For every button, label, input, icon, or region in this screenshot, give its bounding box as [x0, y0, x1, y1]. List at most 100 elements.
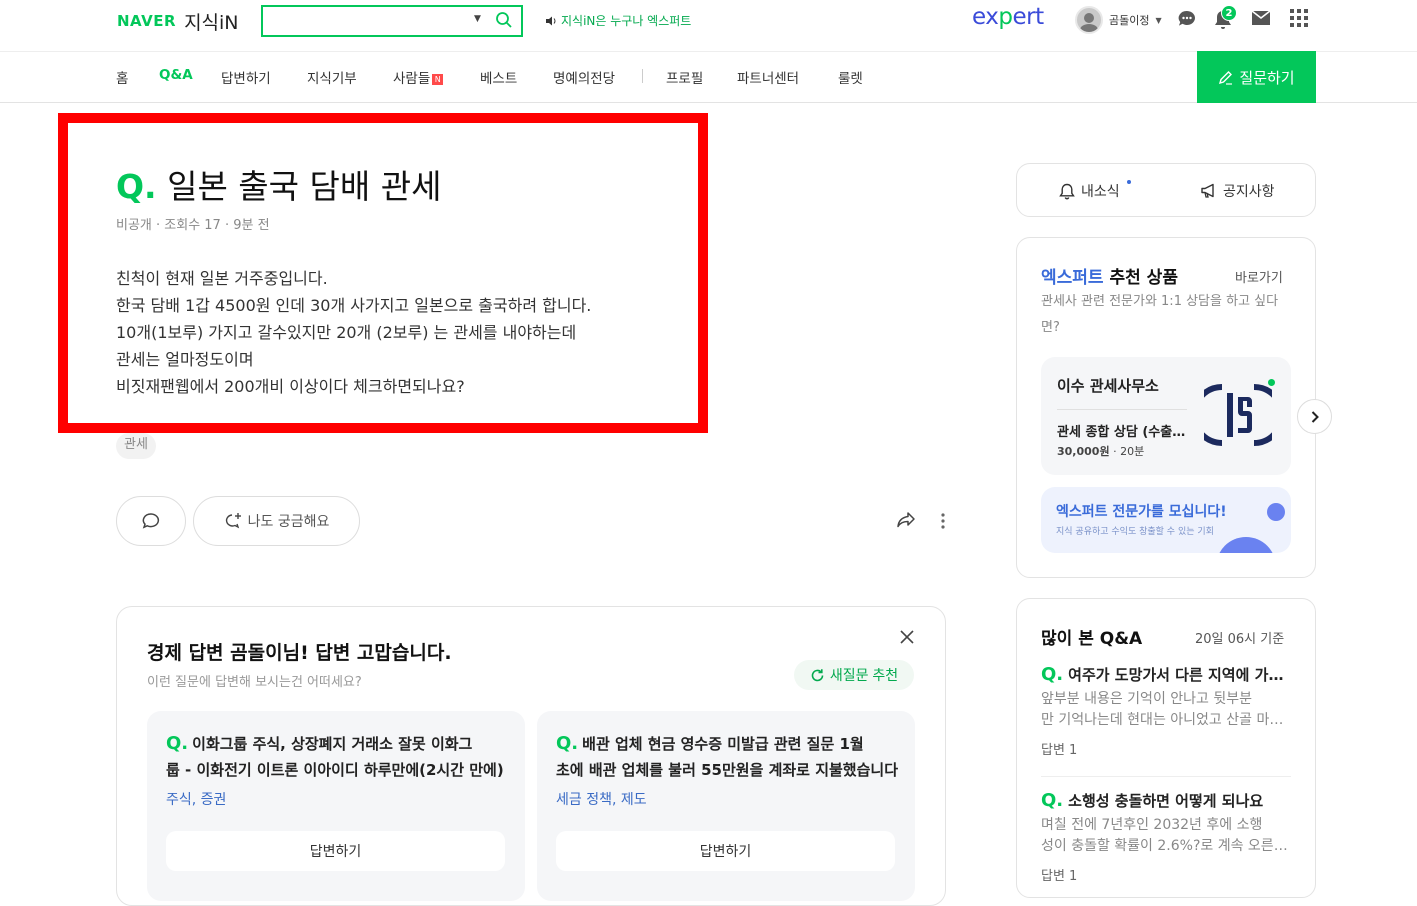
nav-people[interactable]: 사람들 N: [393, 67, 444, 87]
announcements-label: 공지사항: [1223, 184, 1275, 200]
suggested-question-title-line2: 룹 - 이화전기 이트론 이아이디 하루만에(2시간 만에): [166, 761, 504, 779]
bell-outline-icon: [1059, 183, 1075, 199]
search-option-dropdown-icon[interactable]: ▼: [474, 14, 481, 24]
comment-icon: [142, 513, 160, 529]
popular-question-title[interactable]: Q. 소행성 충돌하면 어떻게 되나요: [1041, 790, 1291, 812]
suggested-question-title-line2: 초에 배관 업체를 불러 55만원을 계좌로 지불했습니다: [556, 761, 899, 779]
popular-question-text: 여주가 도망가서 다른 지역에 가서 살고 있대요: [1068, 666, 1291, 684]
expert-recommendation-title: 엑스퍼트 추천 상품: [1041, 263, 1178, 288]
popular-question-body-line2: 만 기억나는데 현대는 아니었고 산골 마을이었어요: [1041, 712, 1291, 728]
expert-word: 엑스퍼트: [1041, 268, 1104, 288]
question-tag[interactable]: 관세: [116, 433, 156, 459]
decorative-arc: [1216, 537, 1276, 553]
close-icon[interactable]: [898, 628, 916, 650]
q-mark: Q.: [1041, 664, 1064, 685]
popular-qna-item[interactable]: Q.여주가 도망가서 다른 지역에 가서 살고 있대요 앞부분 내용은 기억이 …: [1041, 664, 1291, 758]
refresh-icon: [811, 668, 824, 681]
popular-divider: [1041, 776, 1291, 777]
popular-question-text: 소행성 충돌하면 어떻게 되나요: [1068, 792, 1264, 810]
popular-answer-count: 답변 1: [1041, 869, 1078, 884]
nav-divider: [642, 69, 643, 83]
price-value: 30,000원: [1057, 445, 1110, 458]
suggested-question-card[interactable]: Q. 배관 업체 현금 영수증 미발급 관련 질문 1월 초에 배관 업체를 불러…: [537, 711, 915, 901]
expert-logo-p: p: [998, 4, 1013, 30]
nav-home[interactable]: 홈: [116, 67, 128, 87]
popular-qna-time: 20일 06시 기준: [1195, 632, 1285, 647]
naver-jisikin-logo[interactable]: NAVER 지식iN: [117, 8, 239, 34]
q-mark: Q.: [556, 733, 579, 754]
talk-icon[interactable]: [1177, 9, 1197, 33]
nav-hall-of-fame[interactable]: 명예의전당: [553, 67, 615, 87]
nav-answer[interactable]: 답변하기: [221, 67, 271, 87]
expert-price: 30,000원 · 20분: [1057, 445, 1145, 458]
me-too-curious-button[interactable]: 나도 궁금해요: [193, 496, 360, 546]
answer-suggestion-title: 경제 답변 곰돌이님! 답변 고맙습니다.: [147, 642, 452, 664]
new-indicator-dot: [1127, 180, 1131, 184]
answer-button[interactable]: 답변하기: [166, 831, 505, 871]
popular-question-body-line1: 앞부분 내용은 기억이 안나고 뒷부분: [1041, 691, 1252, 707]
refresh-new-questions-button[interactable]: 새질문 추천: [794, 660, 914, 690]
expert-recruit-banner[interactable]: 엑스퍼트 전문가를 모십니다! 지식 공유하고 수익도 창출할 수 있는 기회: [1041, 487, 1291, 553]
ask-question-button[interactable]: 질문하기: [1197, 51, 1316, 103]
suggested-question-card[interactable]: Q. 이화그룹 주식, 상장폐지 거래소 잘못 이화그 룹 - 이화전기 이트론 …: [147, 711, 525, 901]
expert-recruit-subtitle: 지식 공유하고 수익도 창출할 수 있는 기회: [1056, 527, 1214, 537]
q-mark: Q.: [166, 733, 189, 754]
my-news-link[interactable]: 내소식: [1059, 181, 1120, 201]
popular-qna-item[interactable]: Q. 소행성 충돌하면 어떻게 되나요 며칠 전에 7년후인 2032년 후에 소…: [1041, 790, 1291, 884]
notice-link[interactable]: 지식iN은 누구나 엑스퍼트: [545, 12, 691, 29]
suggested-question-title-line1: 배관 업체 현금 영수증 미발급 관련 질문 1월: [582, 735, 864, 753]
suggested-question-category[interactable]: 주식, 증권: [166, 789, 226, 809]
popular-question-body: 며칠 전에 7년후인 2032년 후에 소행 성이 충돌할 확률이 2.6%?로…: [1041, 815, 1291, 857]
user-menu[interactable]: 곰돌이정 ▼: [1075, 6, 1162, 34]
megaphone-icon: [1201, 183, 1214, 198]
share-icon[interactable]: [896, 511, 916, 533]
user-dropdown-icon: ▼: [1155, 15, 1162, 25]
expert-office-name: 이수 관세사무소: [1057, 377, 1159, 395]
red-highlight-box: [58, 113, 708, 433]
nav-profile[interactable]: 프로필: [666, 67, 703, 87]
suggested-question-title[interactable]: Q. 이화그룹 주식, 상장폐지 거래소 잘못 이화그 룹 - 이화전기 이트론 …: [166, 731, 511, 783]
refresh-label: 새질문 추천: [829, 667, 899, 683]
q-mark: Q.: [1041, 790, 1064, 811]
decorative-ball: [1267, 503, 1285, 521]
comment-button[interactable]: [116, 496, 186, 546]
nav-roulette[interactable]: 룰렛: [838, 67, 863, 87]
top-header: NAVER 지식iN ▼ 지식iN은 누구나 엑스퍼트 expert 곰돌이정 …: [0, 0, 1417, 52]
mail-icon[interactable]: [1251, 9, 1271, 31]
popular-qna-title: 많이 본 Q&A: [1041, 629, 1143, 649]
suggested-question-title-line1: 이화그룹 주식, 상장폐지 거래소 잘못 이화그: [192, 735, 473, 753]
popular-question-body-line2: 성이 충돌할 확률이 2.6%?로 계속 오른다고 하던데: [1041, 838, 1291, 854]
expert-logo[interactable]: expert: [972, 4, 1044, 30]
new-badge: N: [432, 74, 444, 85]
expert-product-card[interactable]: 이수 관세사무소 관세 종합 상담 (수출입 통관) 30,000원 · 20분: [1041, 357, 1291, 475]
more-options-icon[interactable]: [936, 512, 950, 534]
suggested-question-title[interactable]: Q. 배관 업체 현금 영수증 미발급 관련 질문 1월 초에 배관 업체를 불러…: [556, 731, 901, 783]
expert-recommendation-subtitle: 관세사 관련 전문가와 1:1 상담을 하고 싶다면?: [1041, 294, 1279, 335]
next-carousel-button[interactable]: [1297, 399, 1332, 434]
popular-question-title[interactable]: Q.여주가 도망가서 다른 지역에 가서 살고 있대요: [1041, 664, 1291, 686]
notification-count-badge: 2: [1221, 5, 1237, 21]
answer-button[interactable]: 답변하기: [556, 831, 895, 871]
jisikin-logo-text: 지식iN: [184, 11, 239, 34]
go-to-link[interactable]: 바로가기: [1235, 267, 1283, 286]
search-input[interactable]: [271, 11, 461, 31]
popular-answer-count: 답변 1: [1041, 743, 1078, 758]
app-grid-icon[interactable]: [1290, 9, 1308, 31]
expert-service-name: 관세 종합 상담 (수출입 통관): [1057, 425, 1187, 440]
online-status-dot: [1268, 379, 1275, 386]
notice-text: 지식iN은 누구나 엑스퍼트: [561, 14, 692, 28]
nav-qna[interactable]: Q&A: [159, 67, 193, 83]
suggested-question-category[interactable]: 세금 정책, 제도: [556, 789, 647, 809]
ask-question-label: 질문하기: [1239, 69, 1295, 87]
announcements-link[interactable]: 공지사항: [1200, 181, 1275, 201]
isu-office-logo: [1191, 379, 1285, 455]
search-icon[interactable]: [495, 11, 513, 33]
card-divider: [1057, 409, 1187, 410]
chevron-right-icon: [1311, 410, 1319, 423]
nav-partner-center[interactable]: 파트너센터: [737, 67, 799, 87]
avatar: [1075, 6, 1103, 34]
nav-donation[interactable]: 지식기부: [307, 67, 357, 87]
expert-recruit-title: 엑스퍼트 전문가를 모십니다!: [1056, 504, 1227, 520]
nav-best[interactable]: 베스트: [480, 67, 517, 87]
my-news-label: 내소식: [1081, 184, 1120, 200]
